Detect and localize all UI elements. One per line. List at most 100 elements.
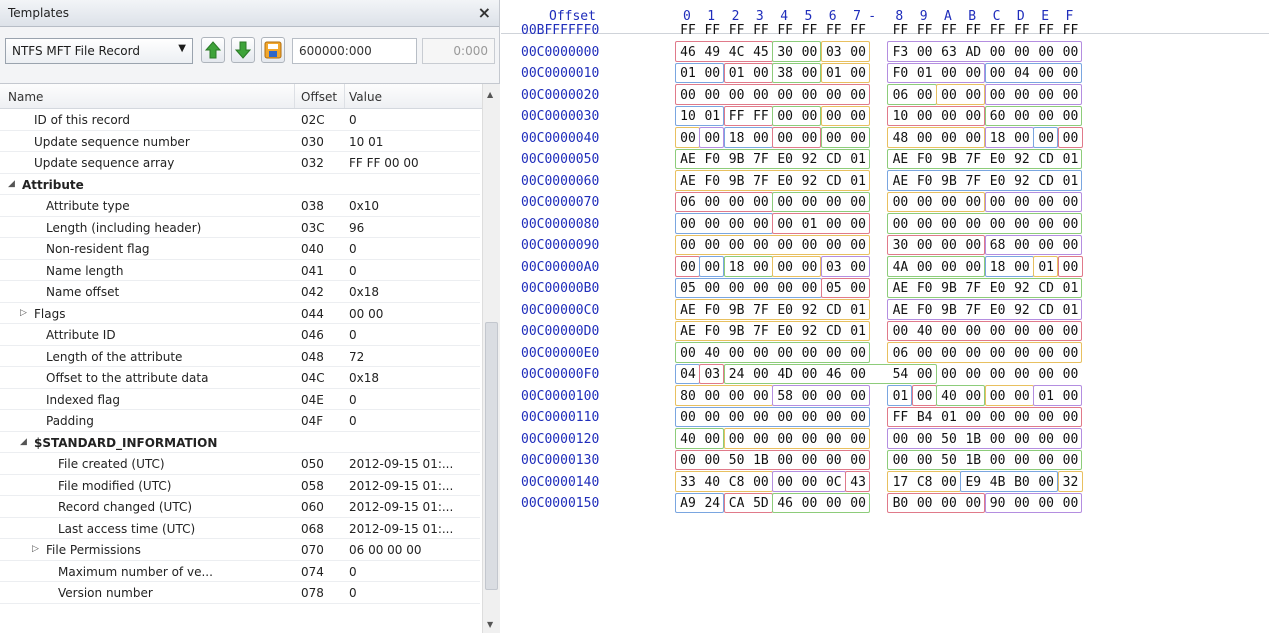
hex-byte[interactable]: 00 bbox=[938, 131, 960, 146]
hex-byte[interactable]: 01 bbox=[1060, 174, 1082, 189]
hex-byte[interactable]: 9B bbox=[938, 174, 960, 189]
hex-byte[interactable]: 00 bbox=[799, 88, 821, 103]
hex-byte[interactable]: 00 bbox=[726, 389, 748, 404]
hex-byte[interactable]: FF bbox=[750, 23, 772, 38]
hex-byte[interactable]: 92 bbox=[1011, 303, 1033, 318]
hex-byte[interactable]: FF bbox=[823, 23, 845, 38]
hex-byte[interactable]: F0 bbox=[701, 303, 723, 318]
hex-byte[interactable]: 00 bbox=[726, 217, 748, 232]
hex-byte[interactable]: B0 bbox=[1011, 475, 1033, 490]
hex-byte[interactable]: 00 bbox=[750, 346, 772, 361]
hex-byte[interactable]: 01 bbox=[1035, 260, 1057, 275]
hex-byte[interactable]: 00 bbox=[726, 410, 748, 425]
hex-byte[interactable]: 01 bbox=[889, 389, 911, 404]
hex-byte[interactable]: 7F bbox=[750, 174, 772, 189]
hex-byte[interactable]: CD bbox=[823, 303, 845, 318]
hex-byte[interactable]: 00 bbox=[1011, 324, 1033, 339]
hex-byte[interactable]: 00 bbox=[774, 88, 796, 103]
hex-byte[interactable]: 00 bbox=[823, 389, 845, 404]
hex-byte[interactable]: 00 bbox=[701, 195, 723, 210]
hex-byte[interactable]: 01 bbox=[726, 66, 748, 81]
hex-byte[interactable]: 00 bbox=[962, 410, 984, 425]
hex-byte[interactable]: 01 bbox=[914, 66, 936, 81]
hex-byte[interactable]: 00 bbox=[962, 88, 984, 103]
hex-byte[interactable]: 30 bbox=[889, 238, 911, 253]
scroll-down-icon[interactable]: ▼ bbox=[487, 620, 493, 629]
hex-byte[interactable]: 01 bbox=[823, 66, 845, 81]
hex-row[interactable]: 00C0000130 00 00 50 1B 00 00 00 00 00 00 50 1B 00 00 00… bbox=[501, 450, 1269, 472]
hex-byte[interactable]: 00 bbox=[847, 88, 869, 103]
hex-byte[interactable]: 00 bbox=[889, 217, 911, 232]
hex-byte[interactable]: 00 bbox=[1035, 195, 1057, 210]
hex-byte[interactable]: 00 bbox=[774, 217, 796, 232]
tree-row[interactable]: File created (UTC) 050 2012-09-15 01:... bbox=[0, 453, 480, 475]
hex-byte[interactable]: 40 bbox=[701, 475, 723, 490]
hex-byte[interactable]: FF bbox=[1060, 23, 1082, 38]
hex-byte[interactable]: 00 bbox=[914, 453, 936, 468]
hex-byte[interactable]: 00 bbox=[1035, 475, 1057, 490]
hex-byte[interactable]: 00 bbox=[823, 217, 845, 232]
tree-row[interactable]: Length of the attribute 048 72 bbox=[0, 346, 480, 367]
hex-byte[interactable]: 00 bbox=[750, 66, 772, 81]
hex-byte[interactable]: 24 bbox=[701, 496, 723, 511]
hex-byte[interactable]: 00 bbox=[987, 45, 1009, 60]
hex-byte[interactable]: 00 bbox=[750, 281, 772, 296]
hex-byte[interactable]: 00 bbox=[938, 475, 960, 490]
hex-byte[interactable]: 00 bbox=[677, 131, 699, 146]
hex-byte[interactable]: 00 bbox=[962, 324, 984, 339]
hex-byte[interactable]: FF bbox=[1035, 23, 1057, 38]
hex-byte[interactable]: 00 bbox=[726, 432, 748, 447]
hex-byte[interactable]: 00 bbox=[938, 346, 960, 361]
hex-byte[interactable]: FF bbox=[914, 23, 936, 38]
hex-byte[interactable]: 00 bbox=[1060, 346, 1082, 361]
hex-byte[interactable]: 00 bbox=[799, 453, 821, 468]
tree-row[interactable]: ◢ $STANDARD_INFORMATION bbox=[0, 432, 480, 453]
hex-byte[interactable]: AE bbox=[889, 152, 911, 167]
hex-byte[interactable]: 18 bbox=[987, 131, 1009, 146]
hex-byte[interactable]: 92 bbox=[1011, 152, 1033, 167]
hex-byte[interactable]: 00 bbox=[962, 131, 984, 146]
hex-byte[interactable]: FF bbox=[799, 23, 821, 38]
hex-byte[interactable]: 00 bbox=[677, 217, 699, 232]
hex-row[interactable]: 00C0000040 00 00 18 00 00 00 00 00 48 00 00 00 18 00 00… bbox=[501, 128, 1269, 150]
hex-byte[interactable]: 68 bbox=[987, 238, 1009, 253]
hex-byte[interactable]: 00 bbox=[701, 88, 723, 103]
tree-row[interactable]: Offset to the attribute data 04C 0x18 bbox=[0, 367, 480, 389]
hex-byte[interactable]: 00 bbox=[701, 389, 723, 404]
hex-byte[interactable]: 00 bbox=[677, 346, 699, 361]
hex-byte[interactable]: 9B bbox=[726, 152, 748, 167]
tree-row[interactable]: Version number 078 0 bbox=[0, 582, 480, 604]
hex-byte[interactable]: 17 bbox=[889, 475, 911, 490]
hex-byte[interactable]: 00 bbox=[1060, 238, 1082, 253]
hex-byte[interactable]: CD bbox=[1035, 303, 1057, 318]
hex-byte[interactable]: 00 bbox=[914, 346, 936, 361]
hex-row[interactable]: 00C0000050 AE F0 9B 7F E0 92 CD 01 AE F0 9B 7F E0 92 CD… bbox=[501, 149, 1269, 171]
hex-row[interactable]: 00C0000010 01 00 01 00 38 00 01 00 F0 01 00 00 00 04 00… bbox=[501, 63, 1269, 85]
hex-byte[interactable]: 00 bbox=[823, 453, 845, 468]
hex-byte[interactable]: 01 bbox=[1060, 281, 1082, 296]
hex-byte[interactable]: 4A bbox=[889, 260, 911, 275]
hex-byte[interactable]: 00 bbox=[889, 432, 911, 447]
collapse-icon[interactable]: ◢ bbox=[20, 437, 27, 447]
hex-byte[interactable]: 00 bbox=[1011, 217, 1033, 232]
hex-byte[interactable]: 9B bbox=[938, 281, 960, 296]
hex-byte[interactable]: 60 bbox=[987, 109, 1009, 124]
hex-byte[interactable]: 00 bbox=[823, 109, 845, 124]
hex-byte[interactable]: 00 bbox=[914, 217, 936, 232]
hex-byte[interactable]: C8 bbox=[726, 475, 748, 490]
hex-byte[interactable]: AE bbox=[889, 281, 911, 296]
tree-row[interactable]: ▷ File Permissions 070 06 00 00 00 bbox=[0, 539, 480, 561]
hex-byte[interactable]: FF bbox=[889, 23, 911, 38]
hex-byte[interactable]: F0 bbox=[914, 174, 936, 189]
expand-icon[interactable]: ▷ bbox=[20, 308, 27, 318]
hex-byte[interactable]: 00 bbox=[750, 410, 772, 425]
hex-byte[interactable]: 00 bbox=[1060, 131, 1082, 146]
hex-byte[interactable]: 00 bbox=[823, 410, 845, 425]
hex-byte[interactable]: 9B bbox=[726, 324, 748, 339]
hex-byte[interactable]: 00 bbox=[914, 109, 936, 124]
hex-byte[interactable]: CD bbox=[823, 174, 845, 189]
hex-byte[interactable]: 00 bbox=[1035, 453, 1057, 468]
hex-byte[interactable]: 00 bbox=[987, 217, 1009, 232]
hex-byte[interactable]: 06 bbox=[889, 346, 911, 361]
hex-byte[interactable]: 00 bbox=[847, 131, 869, 146]
